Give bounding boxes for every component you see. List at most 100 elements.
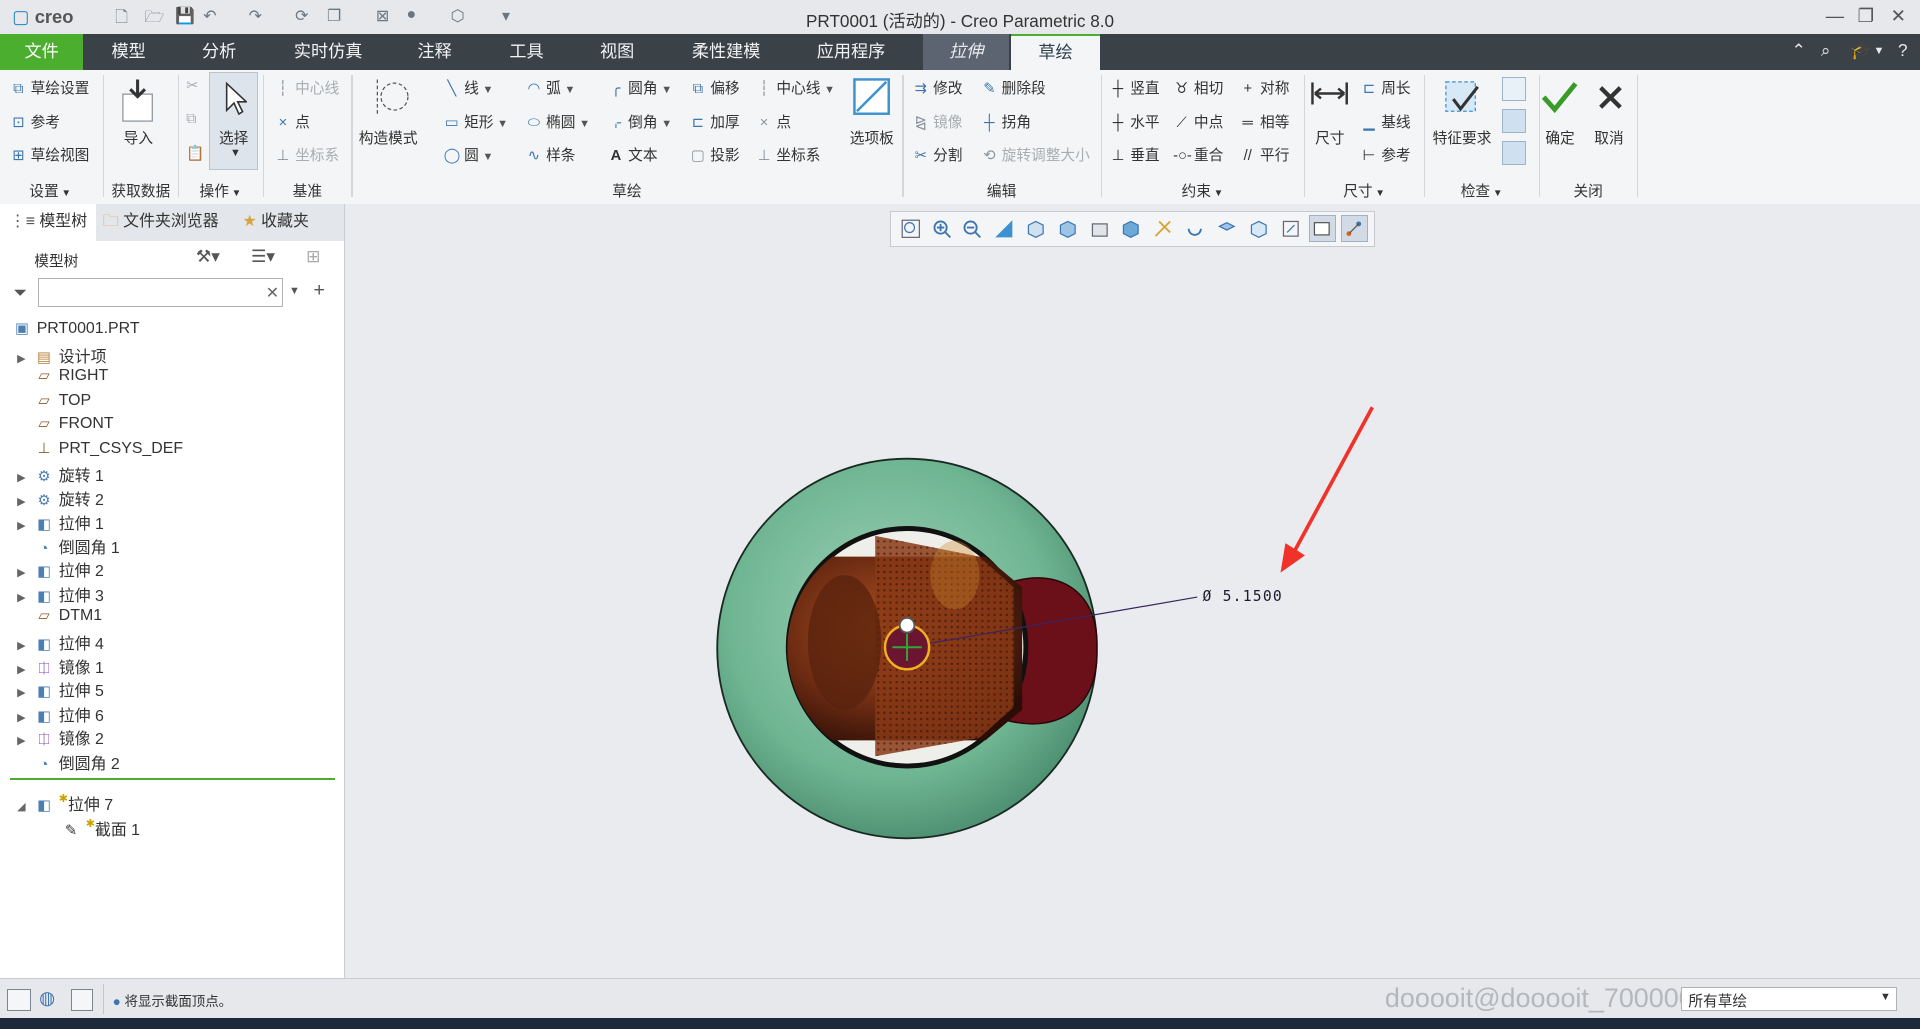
text-button[interactable]: A 文本	[607, 144, 658, 165]
tab-favorites[interactable]: ★ 收藏夹	[242, 204, 335, 241]
rectangle-button[interactable]: ▭ 矩形 ▼	[443, 111, 508, 132]
tree-item-root[interactable]: ▣ PRT0001.PRT	[12, 320, 139, 338]
feature-requirements-button[interactable]: 特征要求	[1433, 127, 1492, 148]
tab-model[interactable]: 模型	[91, 34, 167, 70]
import-button[interactable]: 导入	[124, 127, 153, 148]
dimension-handle[interactable]	[899, 617, 916, 634]
tab-model-tree[interactable]: ⋮≡ 模型树	[0, 204, 96, 242]
tree-search-input[interactable]	[37, 277, 283, 308]
tab-folder-browser[interactable]: 🗀 文件夹浏览器	[103, 204, 233, 241]
sketch-point-button[interactable]: × 点	[756, 111, 791, 132]
help-icon[interactable]: ?	[1898, 40, 1908, 61]
tree-item[interactable]: ▶ ◧ 拉伸 3	[17, 583, 104, 606]
fillet-button[interactable]: ╭ 圆角 ▼	[607, 77, 672, 98]
copy-icon[interactable]: ⧉	[186, 111, 197, 127]
tab-live-simulation[interactable]: 实时仿真	[277, 34, 380, 70]
add-filter-icon[interactable]: +	[313, 279, 324, 302]
construction-mode-button[interactable]: 构造模式	[359, 127, 418, 148]
tree-item[interactable]: ▱ FRONT	[17, 415, 113, 433]
group-constraints-title[interactable]: 约束 ▼	[1102, 180, 1303, 201]
full-screen-icon[interactable]	[71, 989, 93, 1011]
tree-item[interactable]: ▶ ⎅ 镜像 1	[17, 655, 104, 678]
cut-icon[interactable]: ✂	[186, 77, 198, 94]
cancel-button[interactable]: 取消	[1594, 127, 1623, 148]
tree-columns-icon[interactable]: ☰▾	[251, 246, 275, 267]
restore-icon[interactable]: ❐	[1858, 5, 1874, 27]
tree-item[interactable]: ▱ RIGHT	[17, 367, 108, 385]
tree-filter-off-icon[interactable]: ⊞	[306, 246, 320, 267]
spline-button[interactable]: ∿ 样条	[525, 144, 576, 165]
show-navigator-icon[interactable]	[7, 989, 32, 1011]
sketch-setup-button[interactable]: ⧉ 草绘设置	[10, 77, 89, 98]
group-inspect-title[interactable]: 检查 ▼	[1425, 180, 1538, 201]
tab-analysis[interactable]: 分析	[181, 34, 257, 70]
tab-applications[interactable]: 应用程序	[798, 34, 903, 70]
tab-annotate[interactable]: 注释	[399, 34, 470, 70]
sketch-centerline-button[interactable]: ┆ 中心线 ▼	[756, 77, 835, 98]
tree-item[interactable]: ▶ ◧ 拉伸 1	[17, 511, 104, 534]
delete-segment-button[interactable]: ✎ 删除段	[981, 77, 1045, 98]
thicken-button[interactable]: ⊏ 加厚	[689, 111, 740, 132]
overlapping-geometry-icon[interactable]	[1502, 140, 1527, 165]
diameter-dimension[interactable]: Ø 5.1500	[1202, 588, 1283, 605]
browser-icon[interactable]: ◍	[39, 987, 55, 1009]
group-operations-title[interactable]: 操作 ▼	[179, 180, 262, 201]
sketch-view-button[interactable]: ⊞ 草绘视图	[10, 144, 89, 165]
tree-item[interactable]: ▶ ⎅ 镜像 2	[17, 726, 104, 749]
offset-button[interactable]: ⧉ 偏移	[689, 77, 740, 98]
tree-item[interactable]: ▶ ◧ 拉伸 4	[17, 631, 104, 654]
datum-point-button[interactable]: × 点	[274, 111, 310, 132]
tree-item[interactable]: ▶ ▤ 设计项	[17, 344, 106, 367]
corner-button[interactable]: ┼ 拐角	[981, 111, 1031, 132]
group-dimension-title[interactable]: 尺寸 ▼	[1305, 180, 1423, 201]
sketch-csys-button[interactable]: ⊥ 坐标系	[756, 144, 821, 165]
tree-item[interactable]: ▱ DTM1	[17, 607, 102, 625]
symmetric-constraint-button[interactable]: + 对称	[1239, 77, 1289, 98]
equal-constraint-button[interactable]: ═ 相等	[1239, 111, 1290, 132]
tree-item[interactable]: ▶ ◧ 拉伸 2	[17, 558, 104, 581]
midpoint-constraint-button[interactable]: ⟋ 中点	[1173, 111, 1223, 132]
group-settings-title[interactable]: 设置 ▼	[0, 180, 100, 201]
tree-item[interactable]: ▶ ⚙ 旋转 1	[17, 463, 104, 486]
learning-icon[interactable]: 🎓	[1850, 40, 1871, 61]
selection-filter-select[interactable]: 所有草绘 ▼	[1681, 986, 1897, 1012]
tree-item-section[interactable]: ✎ ✱截面 1	[61, 817, 140, 840]
tree-item[interactable]: ⊥ PRT_CSYS_DEF	[17, 440, 183, 458]
datum-csys-button[interactable]: ⊥ 坐标系	[274, 144, 339, 165]
tab-file[interactable]: 文件	[0, 34, 84, 70]
reference-dimension-button[interactable]: ⊢ 参考	[1360, 144, 1411, 165]
datum-centerline-button[interactable]: ┆ 中心线	[274, 77, 339, 98]
horizontal-constraint-button[interactable]: ┼ 水平	[1109, 111, 1160, 132]
circle-button[interactable]: ◯ 圆 ▼	[443, 144, 494, 165]
perimeter-button[interactable]: ⊏ 周长	[1360, 77, 1411, 98]
line-button[interactable]: ╲ 线 ▼	[443, 77, 493, 98]
tab-sketch[interactable]: 草绘	[1011, 34, 1100, 70]
chevron-down-icon[interactable]: ▼	[1873, 45, 1884, 57]
minimize-icon[interactable]: —	[1826, 5, 1844, 27]
mirror-button[interactable]: ⧎ 镜像	[912, 111, 963, 132]
modify-button[interactable]: ⇉ 修改	[912, 77, 963, 98]
search-options-icon[interactable]: ▼	[289, 285, 300, 297]
tab-view[interactable]: 视图	[580, 34, 653, 70]
perpendicular-constraint-button[interactable]: ⊥ 垂直	[1109, 144, 1160, 165]
rotate-resize-button[interactable]: ⟲ 旋转调整大小	[981, 144, 1090, 165]
tree-item[interactable]: ◔ 倒圆角 2	[17, 751, 120, 774]
ok-button[interactable]: 确定	[1545, 127, 1574, 148]
vertical-constraint-button[interactable]: ┼ 竖直	[1109, 77, 1160, 98]
tree-item-active-extrude[interactable]: ◢ ◧ ✱拉伸 7	[17, 792, 113, 815]
project-button[interactable]: ▢ 投影	[689, 144, 740, 165]
tab-tools[interactable]: 工具	[490, 34, 563, 70]
tab-flexible-modeling[interactable]: 柔性建模	[676, 34, 776, 70]
tangent-constraint-button[interactable]: ♉ 相切	[1173, 77, 1223, 98]
tree-item[interactable]: ▶ ◧ 拉伸 6	[17, 703, 104, 726]
arc-button[interactable]: ◠ 弧 ▼	[525, 77, 575, 98]
shade-closed-loops-icon[interactable]	[1502, 77, 1527, 102]
tab-extrude[interactable]: 拉伸	[923, 34, 1009, 70]
highlight-open-ends-icon[interactable]	[1502, 108, 1527, 133]
tree-item[interactable]: ◔ 倒圆角 1	[17, 535, 120, 558]
collapse-ribbon-icon[interactable]: ⌃	[1791, 40, 1805, 61]
baseline-button[interactable]: ▁ 基线	[1360, 111, 1410, 132]
palette-button[interactable]: 选项板	[850, 127, 894, 148]
coincident-constraint-button[interactable]: -○- 重合	[1173, 144, 1223, 165]
ellipse-button[interactable]: ⬭ 椭圆 ▼	[525, 111, 590, 132]
